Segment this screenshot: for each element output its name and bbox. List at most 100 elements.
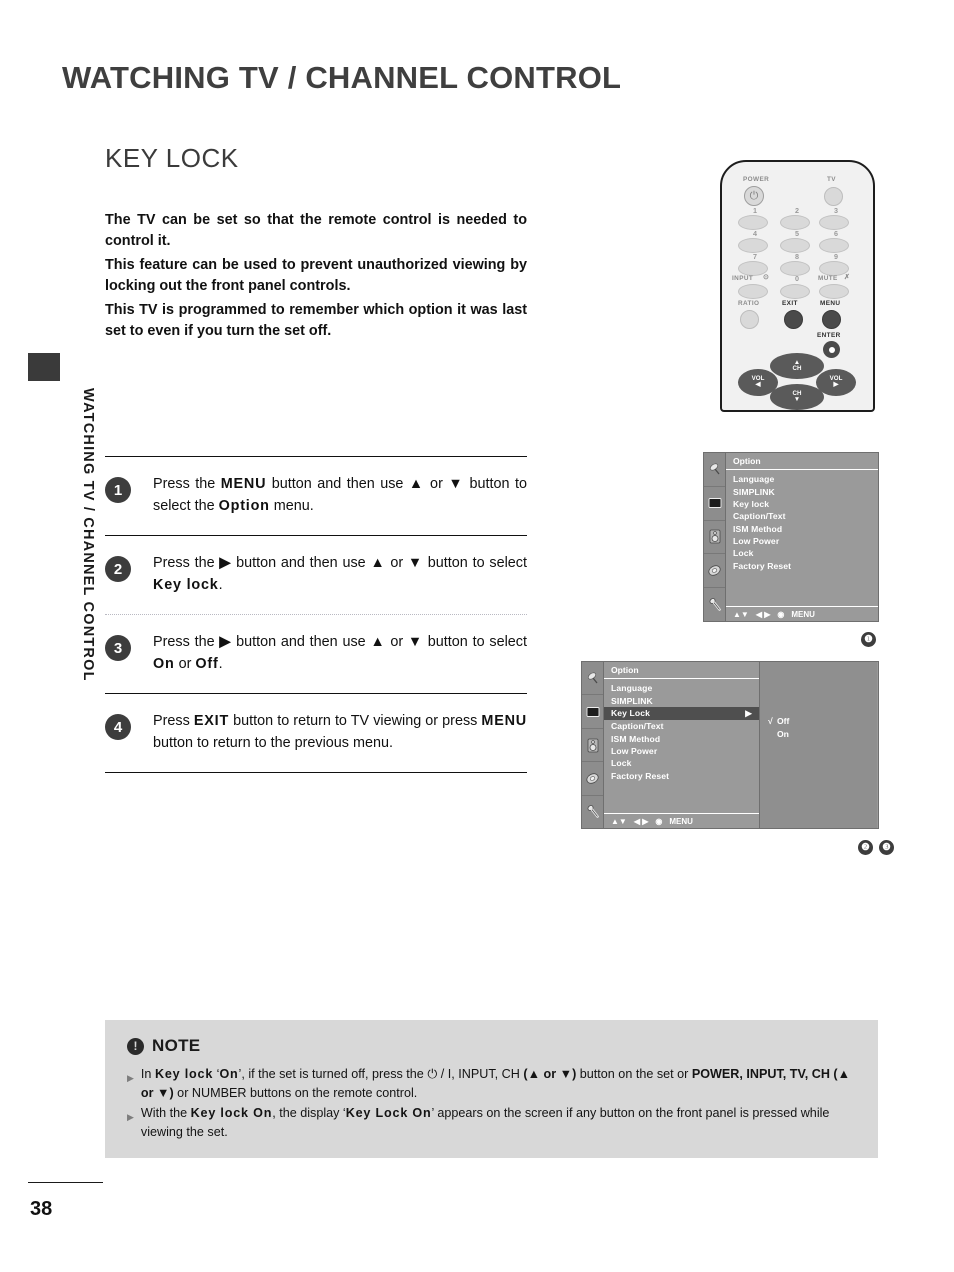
osd-item-caption-text[interactable]: Caption/Text (726, 510, 878, 522)
osd-item-label: ISM Method (611, 733, 661, 744)
number-button-3[interactable] (819, 215, 849, 230)
osd-submenu-option-on[interactable]: On (768, 727, 877, 740)
note1-seg-n: or NUMBER buttons on the remote control. (173, 1085, 418, 1100)
intro-paragraph-3: This TV is programmed to remember which … (105, 302, 527, 339)
step3-seg-e: or (385, 634, 408, 650)
remote-input-label: INPUT (732, 275, 754, 282)
osd-submenu-option-off[interactable]: √ Off (768, 714, 877, 727)
note-list-item: ▶ With the Key lock On, the display ‘Key… (127, 1104, 858, 1141)
osd-item-key-lock-selected[interactable]: Key Lock ▶ (604, 706, 759, 721)
power-slash-one-icon: ⏻ / I (427, 1067, 452, 1081)
mute-icon: ✗ (844, 274, 851, 281)
picture-screen-icon (704, 487, 725, 521)
speaker-audio-icon (704, 521, 725, 555)
step-item-3: 3 Press the ▶ button and then use ▲ or ▼… (105, 615, 527, 693)
power-button[interactable]: ⏻ (744, 186, 764, 206)
up-arrow-icon: ▲ (370, 634, 386, 650)
clock-timer-icon (704, 554, 725, 589)
step-item-2: 2 Press the ▶ button and then use ▲ or ▼… (105, 536, 527, 614)
volume-up-button[interactable]: VOL ▶ (816, 369, 856, 396)
osd-item-simplink[interactable]: SIMPLINK (604, 694, 759, 706)
note2-osd-message: Key Lock On (345, 1106, 432, 1120)
step2-keylock-keyword: Key lock (153, 576, 219, 593)
remote-power-label: POWER (743, 176, 770, 183)
leftright-arrows-icon: ◀ ▶ (755, 609, 771, 619)
osd-item-factory-reset[interactable]: Factory Reset (604, 770, 759, 782)
osd-item-key-lock[interactable]: Key lock (726, 498, 878, 510)
osd-header-title: Option (726, 453, 878, 470)
osd-item-label: Key Lock (611, 708, 651, 719)
note-header: ! NOTE (127, 1036, 858, 1056)
note1-input-keyword: INPUT (458, 1067, 495, 1081)
right-arrow-icon: ▶ (833, 381, 839, 389)
mute-button[interactable] (819, 284, 849, 299)
num-label-9: 9 (834, 252, 838, 261)
step3-seg-a: Press the (153, 634, 220, 650)
step4-exit-keyword: EXIT (193, 713, 230, 729)
osd-item-caption-text[interactable]: Caption/Text (604, 720, 759, 732)
osd-item-ism-method[interactable]: ISM Method (726, 523, 878, 535)
exit-button[interactable] (784, 310, 803, 329)
remote-mute-label: MUTE (818, 275, 838, 282)
num-label-7: 7 (753, 252, 757, 261)
step1-seg-c: button and then use (266, 476, 409, 492)
osd-footer-hints: ▲▼ ◀ ▶ ◉ MENU (726, 606, 878, 621)
channel-down-button[interactable]: CH ▼ (770, 384, 824, 410)
speaker-audio-icon (582, 729, 603, 763)
right-arrow-icon: ▶ (745, 707, 752, 718)
number-button-0[interactable] (780, 284, 810, 299)
down-arrow-icon: ▼ (407, 634, 423, 650)
step2-seg-c: button and then use (231, 555, 371, 571)
osd-item-low-power[interactable]: Low Power (604, 745, 759, 757)
menu-button[interactable] (822, 310, 841, 329)
osd-submenu-label: On (777, 728, 789, 739)
number-button-6[interactable] (819, 238, 849, 253)
note1-seg-l: button on the set or (576, 1067, 692, 1081)
number-button-4[interactable] (738, 238, 768, 253)
note1-keylock-keyword: Key lock (154, 1067, 214, 1081)
remote-exit-label: EXIT (782, 300, 798, 307)
osd-item-lock[interactable]: Lock (726, 547, 878, 559)
step1-option-keyword: Option (218, 497, 270, 514)
step2-seg-e: or (385, 555, 408, 571)
volume-down-button[interactable]: VOL ◀ (738, 369, 778, 396)
osd-item-language[interactable]: Language (726, 473, 878, 485)
step-item-4: 4 Press EXIT button to return to TV view… (105, 694, 527, 772)
chapter-tab-block (28, 353, 60, 381)
number-button-1[interactable] (738, 215, 768, 230)
updown-arrows-icon: ▲▼ (611, 816, 627, 826)
exclamation-icon: ! (127, 1037, 144, 1055)
channel-up-button[interactable]: ▲ CH (770, 353, 824, 379)
step4-menu-keyword: MENU (481, 713, 527, 729)
right-arrow-icon: ▶ (219, 555, 232, 571)
step1-seg-a: Press the (153, 476, 221, 492)
input-button[interactable] (738, 284, 768, 299)
updown-arrows-icon: ▲▼ (733, 609, 749, 619)
osd-icon-rail (704, 453, 726, 621)
remote-menu-label: MENU (820, 300, 841, 307)
power-icon: ⏻ (749, 189, 759, 202)
num-label-5: 5 (795, 229, 799, 238)
number-button-2[interactable] (780, 215, 810, 230)
note2-seg-c: , the display ‘ (272, 1106, 346, 1120)
num-label-2: 2 (795, 206, 799, 215)
note-list-item: ▶ In Key lock ‘On’, if the set is turned… (127, 1065, 858, 1102)
note1-ch-keyword: CH (501, 1067, 520, 1081)
osd-item-lock[interactable]: Lock (604, 757, 759, 769)
osd-item-language[interactable]: Language (604, 682, 759, 694)
num-label-4: 4 (753, 229, 757, 238)
note2-keylock-on-keyword: Key lock On (190, 1106, 273, 1120)
osd-item-label: Factory Reset (611, 770, 670, 781)
number-button-5[interactable] (780, 238, 810, 253)
osd-item-simplink[interactable]: SIMPLINK (726, 485, 878, 497)
step4-seg-a: Press (153, 713, 194, 729)
tv-button[interactable] (824, 187, 843, 206)
osd-item-label: Caption/Text (611, 721, 664, 732)
note1-on-keyword: On (219, 1067, 239, 1081)
remote-tv-label: TV (827, 176, 836, 183)
ratio-button[interactable] (740, 310, 759, 329)
osd-item-ism-method[interactable]: ISM Method (604, 733, 759, 745)
osd-item-factory-reset[interactable]: Factory Reset (726, 560, 878, 572)
osd-main-panel: Option Language SIMPLINK Key lock Captio… (726, 453, 878, 621)
osd-item-low-power[interactable]: Low Power (726, 535, 878, 547)
